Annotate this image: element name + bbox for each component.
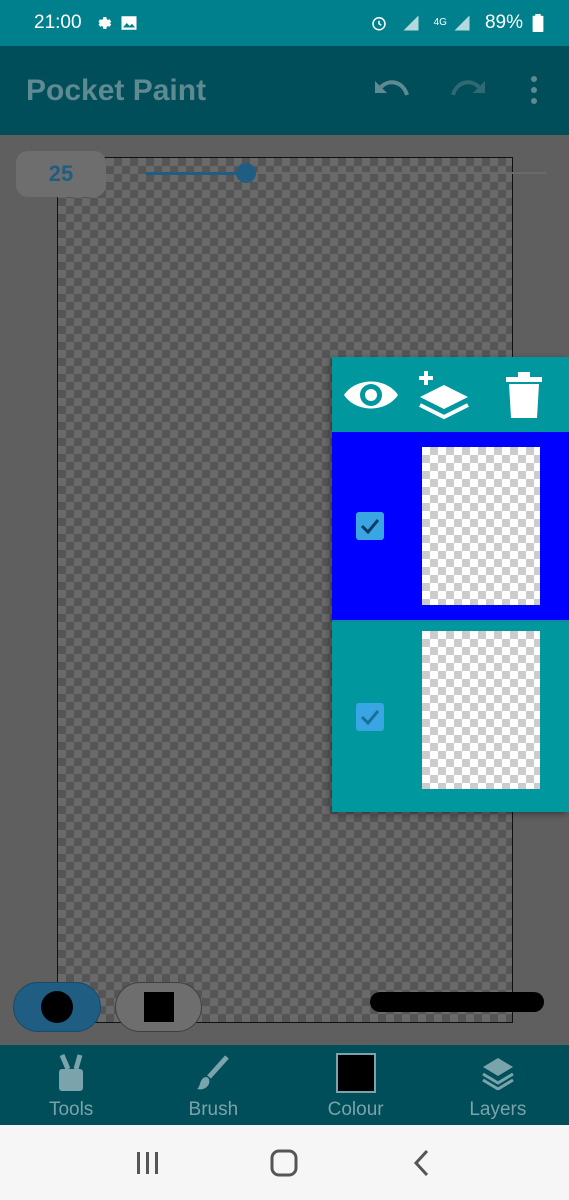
layers-panel	[332, 357, 569, 812]
add-layer-icon	[419, 371, 469, 420]
layer-visible-checkbox[interactable]	[356, 703, 384, 731]
system-navigation-bar	[0, 1125, 569, 1200]
nav-tools[interactable]: Tools	[0, 1045, 142, 1125]
more-vert-icon	[531, 76, 537, 104]
nav-tools-label: Tools	[48, 1099, 94, 1120]
status-time: 21:00	[34, 12, 82, 33]
brush-shape-circle-button[interactable]	[13, 982, 101, 1032]
undo-button[interactable]	[370, 68, 414, 112]
network-type: 4G	[433, 17, 447, 28]
visibility-icon	[344, 381, 398, 409]
nav-colour[interactable]: Colour	[285, 1045, 427, 1125]
layer-row-2[interactable]	[332, 622, 569, 810]
check-icon	[360, 710, 380, 725]
battery-icon	[529, 14, 547, 32]
nav-colour-label: Colour	[327, 1099, 384, 1120]
delete-layer-button[interactable]	[494, 365, 554, 425]
back-icon	[413, 1149, 428, 1176]
more-options-button[interactable]	[512, 68, 556, 112]
tools-icon	[59, 1054, 84, 1091]
brush-size-value[interactable]: 25	[16, 151, 106, 197]
toggle-visibility-button[interactable]	[341, 365, 401, 425]
app-bar: Pocket Paint	[0, 46, 569, 135]
app-title: Pocket Paint	[26, 74, 207, 107]
brush-shape-square-button[interactable]	[115, 982, 202, 1032]
brush-icon	[197, 1055, 230, 1090]
redo-icon	[451, 80, 485, 96]
battery-percent: 89%	[484, 12, 523, 33]
layers-toolbar	[332, 357, 569, 432]
layer-thumbnail	[422, 447, 540, 605]
alarm-icon	[370, 14, 388, 32]
settings-icon	[94, 14, 112, 32]
nav-layers[interactable]: Layers	[427, 1045, 569, 1125]
slider-thumb[interactable]	[236, 163, 256, 183]
layer-visible-checkbox[interactable]	[356, 512, 384, 540]
status-bar: 21:00 4G 89%	[0, 0, 569, 46]
add-layer-button[interactable]	[414, 365, 474, 425]
recent-apps-button[interactable]	[118, 1133, 178, 1193]
back-button[interactable]	[391, 1133, 451, 1193]
colour-swatch-icon	[335, 1053, 376, 1093]
slider-track-active	[146, 172, 246, 175]
brush-size-slider[interactable]	[146, 163, 546, 183]
circle-brush-icon	[41, 991, 73, 1023]
nav-brush-label: Brush	[188, 1099, 239, 1120]
gallery-icon	[120, 14, 138, 32]
undo-icon	[375, 80, 409, 96]
nav-layers-label: Layers	[469, 1099, 527, 1120]
recent-apps-icon	[137, 1151, 159, 1174]
signal-icon	[453, 14, 471, 32]
nav-brush[interactable]: Brush	[142, 1045, 284, 1125]
slider-track	[246, 172, 546, 174]
brush-size-label: 25	[48, 161, 74, 186]
delete-icon	[506, 372, 542, 418]
check-icon	[360, 519, 380, 534]
redo-button[interactable]	[446, 68, 490, 112]
layer-thumbnail	[422, 631, 540, 789]
layer-row-1[interactable]	[332, 432, 569, 620]
home-icon	[270, 1149, 298, 1176]
home-button[interactable]	[254, 1133, 314, 1193]
drawing-area: 25	[0, 135, 569, 1045]
bottom-navigation: Tools Brush Colour Layers	[0, 1045, 569, 1125]
signal-icon	[402, 14, 420, 32]
layers-icon	[482, 1058, 514, 1090]
stroke-preview	[370, 992, 544, 1012]
square-brush-icon	[143, 992, 174, 1022]
